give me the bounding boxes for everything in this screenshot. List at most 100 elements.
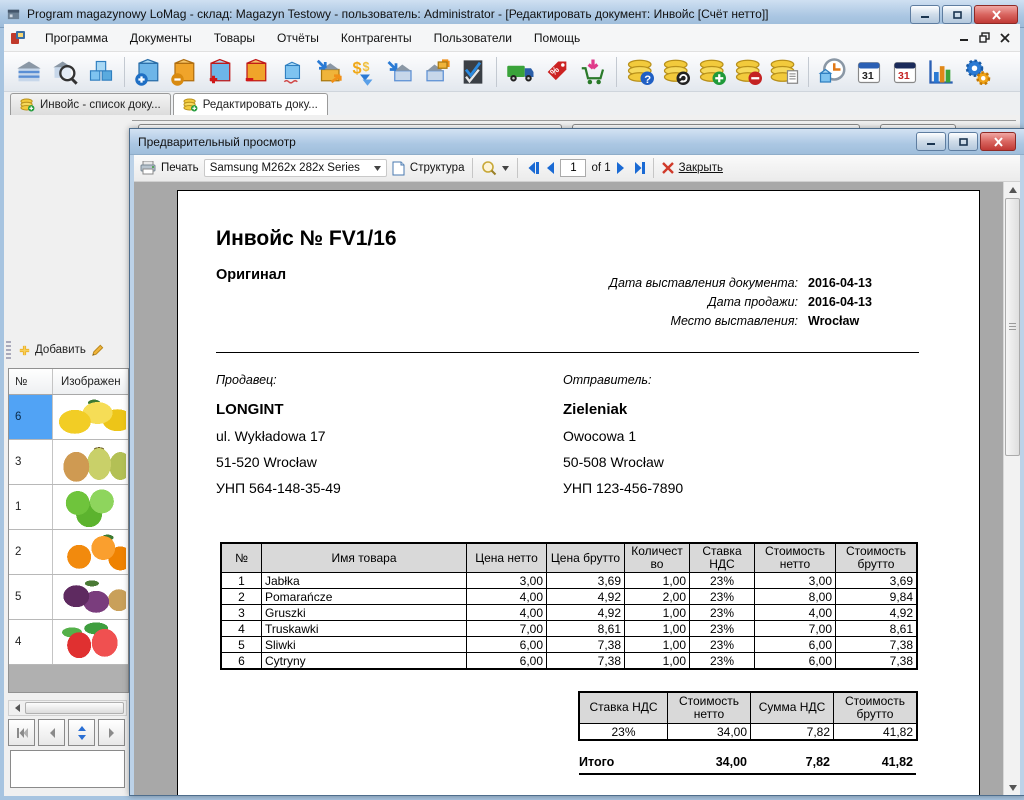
inventory-icon[interactable] xyxy=(276,55,309,89)
coins-refresh-icon[interactable] xyxy=(660,55,693,89)
menu-help[interactable]: Помощь xyxy=(523,26,591,50)
zoom-dropdown-arrow-icon[interactable] xyxy=(502,166,509,171)
add-item-button[interactable]: Добавить xyxy=(14,342,90,359)
row-image-cell[interactable] xyxy=(53,620,128,664)
last-page-icon[interactable] xyxy=(631,162,645,174)
goods-issue-icon[interactable] xyxy=(420,55,453,89)
row-image-cell[interactable] xyxy=(53,395,128,439)
row-number-cell[interactable]: 3 xyxy=(9,440,53,484)
goods-receive-icon[interactable] xyxy=(384,55,417,89)
previous-record-button[interactable] xyxy=(38,719,65,746)
column-header-image[interactable]: Изображен xyxy=(53,369,128,394)
vat-summary-row: 23% 34,00 7,82 41,82 xyxy=(580,724,917,740)
item-gross-value: 9,84 xyxy=(836,589,917,605)
table-row[interactable]: 6 xyxy=(9,395,128,440)
restore-button[interactable] xyxy=(942,5,972,24)
table-row[interactable]: 4 xyxy=(9,620,128,665)
warehouse-icon[interactable] xyxy=(12,55,45,89)
table-row[interactable]: 3 xyxy=(9,440,128,485)
tab-invoice-list[interactable]: Инвойс - список доку... xyxy=(10,93,171,115)
time-icon[interactable] xyxy=(816,55,849,89)
coins-report-icon[interactable] xyxy=(768,55,801,89)
shopping-cart-icon[interactable] xyxy=(576,55,609,89)
tab-edit-document[interactable]: Редактировать доку... xyxy=(173,93,328,115)
money-transfer-icon[interactable]: $$ xyxy=(348,55,381,89)
calendar-blue-icon[interactable]: 31 xyxy=(852,55,885,89)
row-image-cell[interactable] xyxy=(53,440,128,484)
close-preview-button[interactable]: Закрыть xyxy=(679,162,723,174)
scrollbar-thumb[interactable] xyxy=(1005,198,1020,456)
row-image-cell[interactable] xyxy=(53,575,128,619)
next-page-icon[interactable] xyxy=(616,162,626,174)
mdi-minimize-icon[interactable] xyxy=(960,33,969,42)
transfer-receive-icon[interactable] xyxy=(312,55,345,89)
statistics-chart-icon[interactable] xyxy=(924,55,957,89)
table-row[interactable]: 2 xyxy=(9,530,128,575)
edit-pencil-icon[interactable] xyxy=(90,343,105,358)
menu-contractors[interactable]: Контрагенты xyxy=(330,26,423,50)
close-x-icon[interactable] xyxy=(662,162,674,174)
remove-red-document-icon[interactable] xyxy=(240,55,273,89)
dialog-close-button[interactable] xyxy=(980,132,1016,151)
add-red-document-icon[interactable] xyxy=(204,55,237,89)
print-button[interactable]: Печать xyxy=(161,162,199,174)
coins-help-icon[interactable]: ? xyxy=(624,55,657,89)
table-row[interactable]: 5 xyxy=(9,575,128,620)
search-warehouse-icon[interactable] xyxy=(48,55,81,89)
menu-documents[interactable]: Документы xyxy=(119,26,203,50)
checklist-icon[interactable] xyxy=(456,55,489,89)
notes-field[interactable] xyxy=(10,750,125,788)
print-preview-dialog: Предварительный просмотр Печать Samsung … xyxy=(129,128,1024,796)
minimize-button[interactable] xyxy=(910,5,940,24)
row-number-cell[interactable]: 5 xyxy=(9,575,53,619)
first-record-button[interactable] xyxy=(8,719,35,746)
row-number-cell[interactable]: 4 xyxy=(9,620,53,664)
dialog-restore-button[interactable] xyxy=(948,132,978,151)
row-number-cell[interactable]: 1 xyxy=(9,485,53,529)
row-image-cell[interactable] xyxy=(53,485,128,529)
item-quantity: 1,00 xyxy=(625,621,690,637)
row-image-cell[interactable] xyxy=(53,530,128,574)
row-number-cell[interactable]: 2 xyxy=(9,530,53,574)
svg-text:?: ? xyxy=(644,73,651,85)
new-document-icon[interactable] xyxy=(132,55,165,89)
row-number-cell[interactable]: 6 xyxy=(9,395,53,439)
dialog-minimize-button[interactable] xyxy=(916,132,946,151)
mdi-restore-icon[interactable] xyxy=(979,32,990,43)
mdi-close-icon[interactable] xyxy=(1000,33,1010,43)
item-index: 4 xyxy=(222,621,262,637)
lomag-logo-icon xyxy=(10,30,26,46)
item-net-value: 3,00 xyxy=(755,573,836,589)
remove-document-icon[interactable] xyxy=(168,55,201,89)
menu-reports[interactable]: Отчёты xyxy=(266,26,330,50)
menu-program[interactable]: Программа xyxy=(34,26,119,50)
sort-records-button[interactable] xyxy=(68,719,95,746)
settings-gears-icon[interactable] xyxy=(960,55,993,89)
structure-button[interactable]: Структура xyxy=(410,162,465,174)
preview-vertical-scrollbar[interactable] xyxy=(1003,182,1020,795)
previous-page-icon[interactable] xyxy=(545,162,555,174)
coins-add-icon[interactable] xyxy=(696,55,729,89)
close-button[interactable] xyxy=(974,5,1018,24)
horizontal-scrollbar[interactable] xyxy=(8,700,127,716)
first-page-icon[interactable] xyxy=(526,162,540,174)
printer-select[interactable]: Samsung M262x 282x Series xyxy=(204,159,387,177)
next-record-button[interactable] xyxy=(98,719,125,746)
scroll-up-arrow-icon[interactable] xyxy=(1005,182,1020,197)
column-header-number[interactable]: № xyxy=(9,369,53,394)
scroll-left-arrow-icon[interactable] xyxy=(9,701,25,715)
price-tag-icon[interactable]: % xyxy=(540,55,573,89)
zoom-icon[interactable] xyxy=(481,160,497,176)
delivery-truck-icon[interactable] xyxy=(504,55,537,89)
coins-remove-icon[interactable] xyxy=(732,55,765,89)
goods-boxes-icon[interactable] xyxy=(84,55,117,89)
table-row[interactable]: 1 xyxy=(9,485,128,530)
calendar-red-icon[interactable]: 31 xyxy=(888,55,921,89)
menu-users[interactable]: Пользователи xyxy=(423,26,523,50)
scroll-down-arrow-icon[interactable] xyxy=(1005,780,1020,795)
scrollbar-thumb[interactable] xyxy=(25,702,124,714)
page-number-input[interactable] xyxy=(560,159,586,177)
item-vat-rate: 23% xyxy=(690,621,755,637)
menu-goods[interactable]: Товары xyxy=(203,26,266,50)
item-net-value: 6,00 xyxy=(755,637,836,653)
